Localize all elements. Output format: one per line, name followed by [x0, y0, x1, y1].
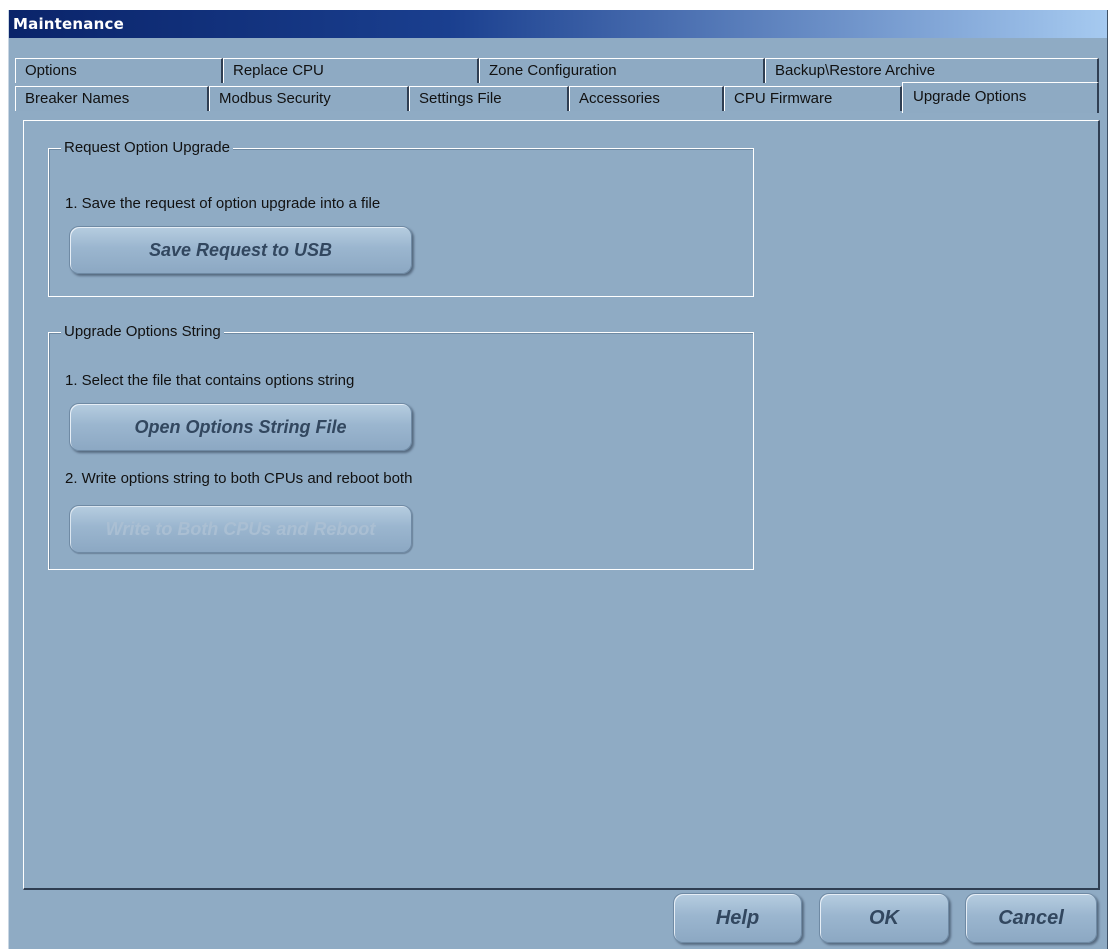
tab-options[interactable]: Options	[15, 58, 223, 83]
tab-zone-configuration[interactable]: Zone Configuration	[479, 58, 765, 83]
cancel-button[interactable]: Cancel	[965, 893, 1097, 943]
save-request-to-usb-button[interactable]: Save Request to USB	[69, 226, 412, 274]
tab-modbus-security[interactable]: Modbus Security	[209, 86, 409, 111]
window-title: Maintenance	[13, 15, 124, 33]
help-button[interactable]: Help	[673, 893, 802, 943]
request-step-1-text: 1. Save the request of option upgrade in…	[65, 195, 381, 212]
open-options-string-file-button[interactable]: Open Options String File	[69, 403, 412, 451]
tab-replace-cpu[interactable]: Replace CPU	[223, 58, 479, 83]
tab-breaker-names[interactable]: Breaker Names	[15, 86, 209, 111]
request-option-upgrade-group: Request Option Upgrade 1. Save the reque…	[48, 139, 754, 297]
title-bar[interactable]: Maintenance	[9, 10, 1107, 38]
upgrade-group-title: Upgrade Options String	[61, 323, 224, 341]
tab-cpu-firmware[interactable]: CPU Firmware	[724, 86, 902, 111]
tab-backup-restore-archive[interactable]: Backup\Restore Archive	[765, 58, 1099, 83]
tab-upgrade-options[interactable]: Upgrade Options	[902, 82, 1099, 113]
tab-accessories[interactable]: Accessories	[569, 86, 724, 111]
write-to-both-cpus-and-reboot-button: Write to Both CPUs and Reboot	[69, 505, 412, 553]
request-group-title: Request Option Upgrade	[61, 139, 233, 157]
tab-settings-file[interactable]: Settings File	[409, 86, 569, 111]
tab-panel-upgrade-options: Request Option Upgrade 1. Save the reque…	[23, 120, 1100, 890]
upgrade-step-2-text: 2. Write options string to both CPUs and…	[65, 470, 413, 487]
maintenance-window: Maintenance Options Replace CPU Zone Con…	[8, 10, 1108, 949]
ok-button[interactable]: OK	[819, 893, 949, 943]
upgrade-step-1-text: 1. Select the file that contains options…	[65, 372, 355, 389]
upgrade-options-string-group: Upgrade Options String 1. Select the fil…	[48, 323, 754, 570]
